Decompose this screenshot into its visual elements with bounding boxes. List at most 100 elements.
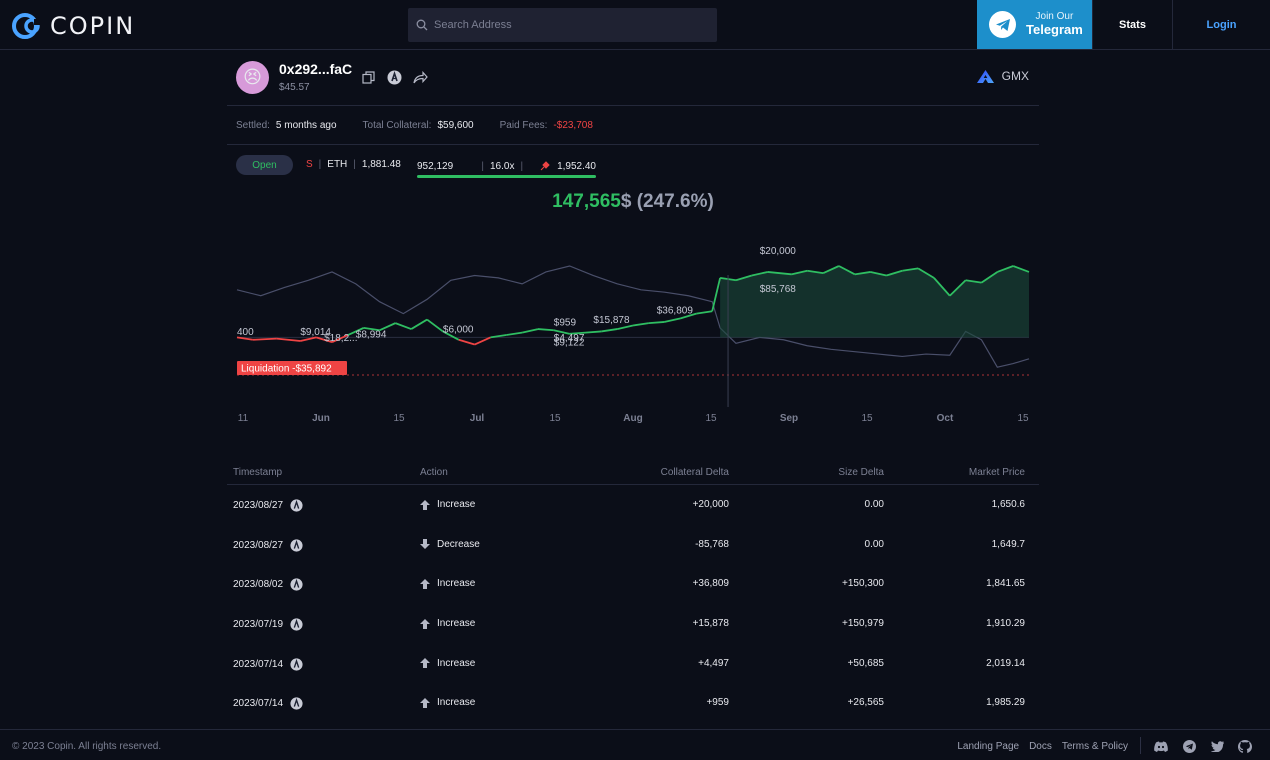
pnl-segment [458, 338, 475, 346]
pnl-segment [276, 337, 301, 342]
search-input[interactable] [434, 19, 704, 31]
pnl-segment [632, 322, 649, 327]
x-tick-label: 15 [861, 413, 873, 424]
table-row[interactable]: 2023/07/19 Increase +15,878 +150,979 1,910.2… [227, 604, 1039, 644]
settled-label: Settled: [236, 119, 270, 131]
pnl-chart[interactable]: 400 $9,014 $18,2... $8,994 $6,000 $959 $4,497 $… [227, 245, 1039, 445]
th-collateral: Collateral Delta [660, 467, 729, 478]
table-row[interactable]: 2023/08/27 Decrease -85,768 0.00 1,649.7 [227, 525, 1039, 565]
nav-login[interactable]: Login [1173, 0, 1270, 49]
twitter-icon[interactable] [1210, 739, 1224, 753]
order-history-table: Timestamp Action Collateral Delta Size D… [227, 455, 1039, 723]
th-size: Size Delta [838, 467, 884, 478]
row-timestamp: 2023/07/19 [233, 619, 284, 631]
x-tick-label: Jul [470, 413, 485, 424]
position-summary: Open S | ETH | 1,881.48 952,129 | 16.0x | … [227, 145, 1039, 181]
row-size: +150,979 [842, 618, 884, 630]
github-icon[interactable] [1238, 739, 1252, 753]
row-timestamp: 2023/08/27 [233, 500, 284, 511]
arrow-up-icon [420, 618, 430, 629]
row-action: Increase [437, 578, 476, 590]
chart-annotation: $18,2... [324, 333, 357, 344]
liquidation-icon [540, 161, 550, 171]
chart-annotation: $6,000 [443, 325, 474, 336]
table-row[interactable]: 2023/08/27 Increase +20,000 0.00 1,650.6 [227, 485, 1039, 525]
discord-icon[interactable] [1154, 739, 1168, 753]
row-size: 0.00 [864, 499, 884, 510]
arrow-down-icon [420, 539, 430, 550]
protocol-badge: GMX [976, 69, 1029, 83]
pnl-segment [426, 318, 444, 333]
x-tick-label: Jun [312, 413, 330, 424]
arrow-up-icon [420, 499, 430, 510]
collateral-label: Total Collateral: [362, 119, 432, 131]
x-tick-label: Sep [780, 413, 798, 424]
table-body: 2023/08/27 Increase +20,000 0.00 1,650.6 2023… [227, 485, 1039, 723]
trader-address[interactable]: 0x292...faC [279, 61, 352, 77]
pnl-segment [711, 277, 721, 312]
table-row[interactable]: 2023/08/02 Increase +36,809 +150,300 1,841.6… [227, 564, 1039, 604]
telegram-icon [989, 11, 1016, 38]
pnl-segment [696, 310, 713, 315]
copy-icon[interactable] [360, 69, 376, 85]
pnl-segment [252, 337, 277, 341]
arbitrum-icon[interactable] [386, 69, 402, 85]
chart-annotation: $9,122 [554, 338, 585, 349]
pnl-currency: $ [620, 191, 632, 212]
row-timestamp: 2023/08/02 [233, 579, 284, 591]
pnl-segment [601, 328, 618, 333]
chart-annotation: $959 [554, 318, 577, 329]
row-action: Increase [437, 697, 476, 709]
trader-row: 😣 0x292...faC $45.57 GMX [227, 50, 1039, 106]
position-size: 952,129 [417, 160, 454, 172]
copin-logo[interactable]: COPIN [12, 12, 135, 40]
chart-svg: 400 $9,014$18,2...$8,994 $6,000$959$4,497$… [236, 246, 1030, 424]
arbitrum-icon [290, 578, 303, 591]
join-telegram-button[interactable]: Join Our Telegram [977, 0, 1092, 49]
row-collateral: +36,809 [692, 578, 729, 590]
row-action: Decrease [437, 538, 480, 550]
arbitrum-icon [290, 618, 303, 631]
row-collateral: +20,000 [692, 499, 729, 510]
x-tick-label: Oct [937, 413, 954, 424]
row-price: 1,985.29 [986, 697, 1025, 709]
copin-logo-icon [12, 13, 42, 39]
footer-link-terms[interactable]: Terms & Policy [1062, 741, 1128, 752]
x-tick-label: 15 [393, 413, 405, 424]
top-header: COPIN Join Our Telegram Stats Login [0, 0, 1270, 50]
fees-value: -$23,708 [553, 119, 593, 131]
telegram-footer-icon[interactable] [1182, 739, 1196, 753]
row-price: 1,841.65 [986, 578, 1025, 590]
gmx-icon [976, 69, 994, 83]
table-header: Timestamp Action Collateral Delta Size D… [227, 455, 1039, 485]
chart-annotation: $36,809 [657, 306, 694, 317]
search-icon [416, 19, 428, 31]
row-action: Increase [437, 618, 476, 630]
th-action: Action [420, 467, 448, 478]
row-price: 2,019.14 [986, 657, 1025, 669]
nav-stats[interactable]: Stats [1092, 0, 1173, 49]
arbitrum-icon [290, 697, 303, 711]
liquidation-label: Liquidation -$35,892 [241, 364, 332, 375]
x-tick-label: Aug [623, 413, 642, 424]
th-price: Market Price [968, 467, 1025, 478]
fees-label: Paid Fees: [499, 119, 548, 131]
pnl-segment [664, 317, 681, 323]
row-size: +50,685 [847, 657, 884, 669]
copyright: © 2023 Copin. All rights reserved. [12, 741, 162, 752]
share-icon[interactable] [412, 69, 428, 85]
table-row[interactable]: 2023/07/14 Increase +4,497 +50,685 2,019.14 [227, 644, 1039, 684]
footer-link-docs[interactable]: Docs [1029, 741, 1052, 752]
pnl-segment [521, 328, 539, 334]
pnl-display: 147,565$ (247.6%) [227, 191, 1039, 213]
table-row[interactable]: 2023/07/14 Increase +959 +26,565 1,985.29 [227, 683, 1039, 723]
liquidation-price: 1,952.40 [557, 160, 596, 172]
arbitrum-icon [290, 539, 303, 552]
search-box[interactable] [408, 8, 717, 42]
chart-annotation: $8,994 [356, 329, 387, 340]
x-tick-label: 11 [238, 413, 249, 424]
leverage-bar [417, 175, 596, 178]
footer-link-landing[interactable]: Landing Page [957, 741, 1019, 752]
pnl-segment [585, 330, 602, 334]
row-size: 0.00 [864, 538, 884, 550]
